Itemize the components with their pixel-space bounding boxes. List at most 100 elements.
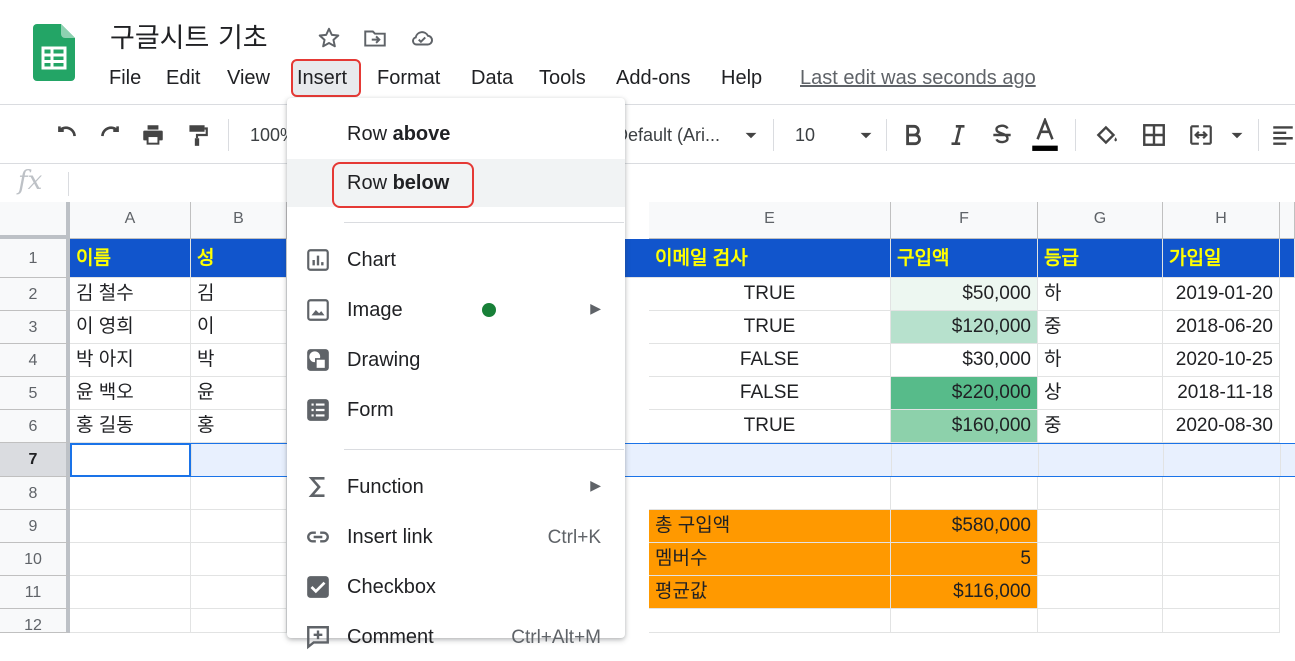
- cell-G12[interactable]: [1038, 609, 1163, 633]
- header-cell-grade[interactable]: 등급: [1038, 239, 1163, 278]
- text-color-icon[interactable]: [1032, 118, 1058, 152]
- header-cell-email-check[interactable]: 이메일 검사: [625, 239, 891, 278]
- cell-A6[interactable]: 홍 길동: [70, 410, 191, 443]
- row-header-6[interactable]: 6: [0, 410, 70, 443]
- undo-icon[interactable]: [54, 122, 80, 148]
- cell-G8[interactable]: [1038, 477, 1163, 510]
- summary-value-total[interactable]: $580,000: [891, 510, 1038, 543]
- menu-item-drawing[interactable]: Drawing: [287, 336, 625, 384]
- row-header-7[interactable]: 7: [0, 443, 70, 477]
- row-header-8[interactable]: 8: [0, 477, 70, 510]
- borders-icon[interactable]: [1141, 122, 1167, 148]
- cell-F8[interactable]: [891, 477, 1038, 510]
- cell-A10[interactable]: [70, 543, 191, 576]
- column-header-A[interactable]: A: [70, 202, 191, 239]
- row-header-12[interactable]: 12: [0, 609, 70, 633]
- cell-B5[interactable]: 윤: [191, 377, 287, 410]
- cell-B11[interactable]: [191, 576, 287, 609]
- menu-item-checkbox[interactable]: Checkbox: [287, 563, 625, 611]
- summary-value-members[interactable]: 5: [891, 543, 1038, 576]
- cell-E8[interactable]: [649, 477, 891, 510]
- chevron-down-icon[interactable]: [1224, 122, 1250, 148]
- cell-A2[interactable]: 김 철수: [70, 278, 191, 311]
- star-icon[interactable]: [316, 25, 342, 51]
- cloud-saved-icon[interactable]: [409, 25, 435, 51]
- paint-format-icon[interactable]: [184, 122, 210, 148]
- cell-G4[interactable]: 하: [1038, 344, 1163, 377]
- print-icon[interactable]: [140, 122, 166, 148]
- cell-G10[interactable]: [1038, 543, 1163, 576]
- column-header-F[interactable]: F: [891, 202, 1038, 239]
- cell-E4[interactable]: FALSE: [649, 344, 891, 377]
- chevron-down-icon[interactable]: [738, 122, 764, 148]
- cell-B2[interactable]: 김: [191, 278, 287, 311]
- menu-item-row-above[interactable]: Row above: [287, 110, 625, 158]
- cell-H2[interactable]: 2019-01-20: [1163, 278, 1280, 311]
- align-icon[interactable]: [1270, 122, 1295, 148]
- move-to-folder-icon[interactable]: [362, 25, 388, 51]
- menu-file[interactable]: File: [109, 67, 141, 90]
- column-header-B[interactable]: B: [191, 202, 287, 239]
- cell-H11[interactable]: [1163, 576, 1280, 609]
- fill-color-icon[interactable]: [1094, 122, 1120, 148]
- cell-F2[interactable]: $50,000: [891, 278, 1038, 311]
- cell-G6[interactable]: 중: [1038, 410, 1163, 443]
- merge-cells-icon[interactable]: [1188, 122, 1214, 148]
- cell-A8[interactable]: [70, 477, 191, 510]
- row-header-9[interactable]: 9: [0, 510, 70, 543]
- menu-item-function[interactable]: Function ▶: [287, 463, 625, 511]
- cell-G5[interactable]: 상: [1038, 377, 1163, 410]
- cell-F5[interactable]: $220,000: [891, 377, 1038, 410]
- cell-B6[interactable]: 홍: [191, 410, 287, 443]
- cell-B10[interactable]: [191, 543, 287, 576]
- cell-G11[interactable]: [1038, 576, 1163, 609]
- summary-label-average[interactable]: 평균값: [649, 576, 891, 609]
- row-header-2[interactable]: 2: [0, 278, 70, 311]
- menu-item-comment[interactable]: Comment Ctrl+Alt+M: [287, 613, 625, 661]
- italic-icon[interactable]: [945, 122, 971, 148]
- cell-H10[interactable]: [1163, 543, 1280, 576]
- chevron-down-icon[interactable]: [853, 122, 879, 148]
- cell-G2[interactable]: 하: [1038, 278, 1163, 311]
- cell-F12[interactable]: [891, 609, 1038, 633]
- menu-help[interactable]: Help: [721, 67, 762, 90]
- column-header-E[interactable]: E: [649, 202, 891, 239]
- menu-data[interactable]: Data: [471, 67, 513, 90]
- cell-B4[interactable]: 박: [191, 344, 287, 377]
- menu-item-insert-link[interactable]: Insert link Ctrl+K: [287, 513, 625, 561]
- row-header-1[interactable]: 1: [0, 239, 70, 278]
- menu-view[interactable]: View: [227, 67, 270, 90]
- cell-H12[interactable]: [1163, 609, 1280, 633]
- row-header-3[interactable]: 3: [0, 311, 70, 344]
- row-header-4[interactable]: 4: [0, 344, 70, 377]
- cell-E5[interactable]: FALSE: [649, 377, 891, 410]
- summary-value-average[interactable]: $116,000: [891, 576, 1038, 609]
- menu-edit[interactable]: Edit: [166, 67, 200, 90]
- formula-input[interactable]: [80, 172, 1280, 198]
- cell-A5[interactable]: 윤 백오: [70, 377, 191, 410]
- cell-H3[interactable]: 2018-06-20: [1163, 311, 1280, 344]
- menu-tools[interactable]: Tools: [539, 67, 586, 90]
- cell-H8[interactable]: [1163, 477, 1280, 510]
- header-cell-I[interactable]: [1280, 239, 1295, 278]
- row-header-11[interactable]: 11: [0, 576, 70, 609]
- selected-row-7[interactable]: [70, 443, 1295, 477]
- cell-E12[interactable]: [649, 609, 891, 633]
- active-cell-A7[interactable]: [70, 443, 191, 477]
- cell-F3[interactable]: $120,000: [891, 311, 1038, 344]
- menu-item-image[interactable]: Image ▶: [287, 286, 625, 334]
- font-family-select[interactable]: Default (Ari...: [615, 125, 732, 146]
- menu-item-chart[interactable]: Chart: [287, 236, 625, 284]
- menu-addons[interactable]: Add-ons: [616, 67, 691, 90]
- cell-A3[interactable]: 이 영희: [70, 311, 191, 344]
- summary-label-total[interactable]: 총 구입액: [649, 510, 891, 543]
- header-cell-name[interactable]: 이름: [70, 239, 191, 278]
- cell-B9[interactable]: [191, 510, 287, 543]
- cell-E6[interactable]: TRUE: [649, 410, 891, 443]
- cell-H5[interactable]: 2018-11-18: [1163, 377, 1280, 410]
- cell-E3[interactable]: TRUE: [649, 311, 891, 344]
- row-header-10[interactable]: 10: [0, 543, 70, 576]
- cell-F4[interactable]: $30,000: [891, 344, 1038, 377]
- cell-G3[interactable]: 중: [1038, 311, 1163, 344]
- strikethrough-icon[interactable]: [989, 122, 1015, 148]
